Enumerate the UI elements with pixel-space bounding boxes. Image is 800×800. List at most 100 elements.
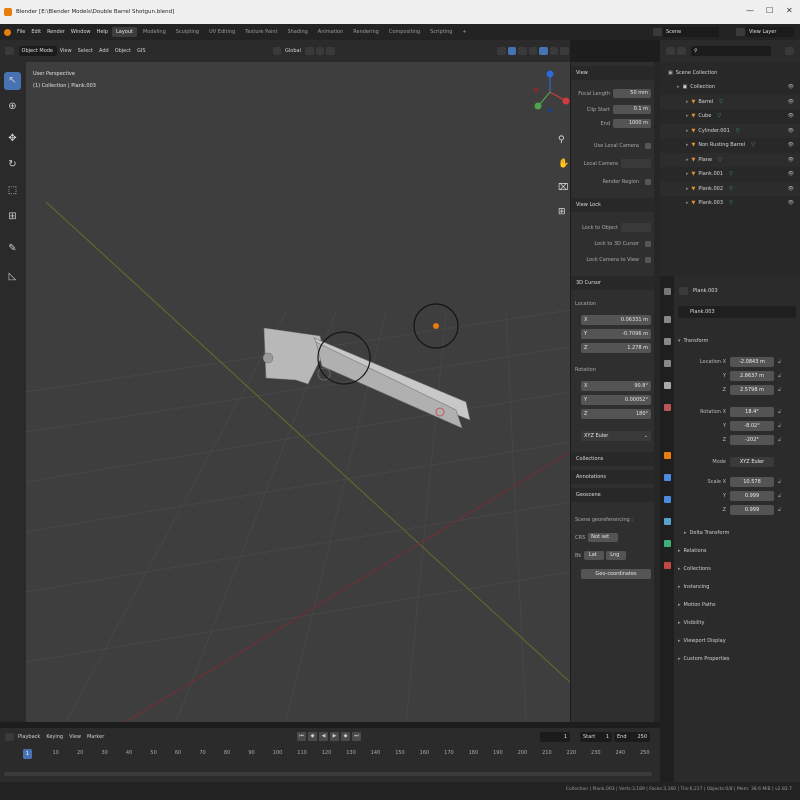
view-layer-selector[interactable]: View Layer bbox=[746, 27, 794, 37]
expand-arrow-icon[interactable]: ▸ bbox=[686, 157, 689, 163]
scale-tool-icon[interactable]: ⬚ bbox=[4, 182, 21, 200]
instancing-section[interactable]: ▸ Instancing bbox=[674, 578, 800, 596]
object-tab-icon[interactable] bbox=[664, 452, 671, 459]
lock-to-cursor-checkbox[interactable]: Lock to 3D Cursor bbox=[575, 238, 651, 249]
tab-modeling[interactable]: Modeling bbox=[139, 27, 170, 37]
expand-arrow-icon[interactable]: ▸ bbox=[677, 84, 680, 90]
select-tool-icon[interactable]: ↖ bbox=[4, 72, 21, 90]
material-tab-icon[interactable] bbox=[664, 562, 671, 569]
crs-row[interactable]: CRS Not set bbox=[575, 532, 651, 543]
constraints-tab-icon[interactable] bbox=[664, 518, 671, 525]
3d-viewport[interactable]: ⚲ ✋ ⌧ ⊞ User Perspective (1) Collection … bbox=[26, 62, 570, 722]
visibility-eye-icon[interactable]: 👁︎ bbox=[788, 186, 794, 192]
menu-help[interactable]: Help bbox=[97, 29, 108, 35]
scene-collection-row[interactable]: ▣ Scene Collection bbox=[660, 66, 800, 80]
menu-window[interactable]: Window bbox=[71, 29, 91, 35]
orientation-selector[interactable]: Global bbox=[285, 48, 301, 54]
menu-edit[interactable]: Edit bbox=[31, 29, 41, 35]
filter-icon[interactable] bbox=[785, 47, 794, 55]
visibility-eye-icon[interactable]: 👁︎ bbox=[788, 171, 794, 177]
geoscene-section-header[interactable]: Geoscene bbox=[571, 488, 655, 502]
tool-tab-icon[interactable] bbox=[664, 288, 671, 295]
view-section-header[interactable]: View bbox=[571, 66, 655, 80]
collections-section[interactable]: ▸ Collections bbox=[674, 560, 800, 578]
view-layer-tab-icon[interactable] bbox=[664, 360, 671, 367]
clip-end-row[interactable]: End 1000 m bbox=[575, 118, 651, 129]
expand-arrow-icon[interactable]: ▸ bbox=[686, 99, 689, 105]
cursor-rotation-z[interactable]: Z 180° bbox=[575, 408, 651, 419]
close-button[interactable]: ✕ bbox=[786, 6, 793, 15]
menu-select[interactable]: Select bbox=[78, 48, 93, 54]
play-reverse-icon[interactable]: ◀ bbox=[319, 732, 328, 741]
location-z-field[interactable]: Z 2.5798 m 🔓︎ bbox=[674, 384, 800, 395]
lock-to-object-field[interactable]: Lock to Object bbox=[575, 222, 651, 233]
view-lock-section-header[interactable]: View Lock bbox=[571, 198, 655, 212]
timeline[interactable]: 1102030405060708090100110120130140150160… bbox=[0, 746, 660, 782]
outliner-item[interactable]: ▸ ▼ Plane ▽ 👁︎ bbox=[660, 152, 800, 167]
tab-shading[interactable]: Shading bbox=[283, 27, 311, 37]
viewport-display-section[interactable]: ▸ Viewport Display bbox=[674, 632, 800, 650]
outliner-item[interactable]: ▸ ▣ Collection 👁︎ bbox=[660, 80, 800, 94]
visibility-eye-icon[interactable]: 👁︎ bbox=[788, 99, 794, 105]
measure-tool-icon[interactable]: ◺ bbox=[4, 268, 21, 286]
cursor-rotation-mode[interactable]: XYZ Euler ⌄ bbox=[575, 430, 651, 441]
outliner-search-input[interactable]: ⚲ bbox=[691, 46, 771, 56]
pin-icon[interactable] bbox=[679, 287, 688, 295]
visibility-eye-icon[interactable]: 👁︎ bbox=[788, 84, 794, 90]
cursor-location-x[interactable]: X 0.06331 m bbox=[575, 314, 651, 325]
mode-selector[interactable]: Object Mode bbox=[18, 46, 57, 56]
cursor-rotation-x[interactable]: X 90.8° bbox=[575, 380, 651, 391]
rotation-x-field[interactable]: Rotation X 18.4° 🔓︎ bbox=[674, 406, 800, 417]
location-y-field[interactable]: Y 2.8637 m 🔓︎ bbox=[674, 370, 800, 381]
3d-cursor-section-header[interactable]: 3D Cursor bbox=[571, 276, 655, 290]
keying-menu[interactable]: Keying bbox=[46, 734, 63, 740]
current-frame-field[interactable]: 1 bbox=[540, 732, 570, 742]
rotation-y-field[interactable]: Y -8.02° 🔓︎ bbox=[674, 420, 800, 431]
timeline-scrollbar[interactable] bbox=[4, 772, 652, 776]
visibility-eye-icon[interactable]: 👁︎ bbox=[788, 113, 794, 119]
scene-tab-icon[interactable] bbox=[664, 382, 671, 389]
use-local-camera-checkbox[interactable]: Use Local Camera bbox=[575, 140, 651, 151]
transform-section-header[interactable]: ▾ Transform bbox=[674, 332, 800, 350]
cursor-tool-icon[interactable]: ⊕ bbox=[4, 98, 21, 116]
snap-icon[interactable] bbox=[315, 47, 325, 55]
timeline-editor-icon[interactable] bbox=[5, 733, 14, 741]
expand-arrow-icon[interactable]: ▸ bbox=[686, 113, 689, 119]
lock-camera-checkbox[interactable]: Lock Camera to View bbox=[575, 254, 651, 265]
rendered-shading-icon[interactable] bbox=[560, 47, 569, 55]
solid-shading-icon[interactable] bbox=[539, 47, 548, 55]
menu-gis[interactable]: GIS bbox=[137, 48, 146, 54]
gizmo-toggle-icon[interactable] bbox=[507, 47, 517, 55]
geo-coordinates-button[interactable]: Geo-coordinates bbox=[575, 568, 651, 579]
tab-scripting[interactable]: Scripting bbox=[426, 27, 456, 37]
visibility-eye-icon[interactable]: 👁︎ bbox=[788, 200, 794, 206]
transform-tool-icon[interactable]: ⊞ bbox=[4, 208, 21, 226]
maximize-button[interactable]: ☐ bbox=[766, 6, 773, 15]
expand-arrow-icon[interactable]: ▸ bbox=[686, 186, 689, 192]
cursor-location-z[interactable]: Z 1.278 m bbox=[575, 342, 651, 353]
outliner-item[interactable]: ▸ ▼ Plank.003 ▽ 👁︎ bbox=[660, 196, 800, 210]
annotations-section-header[interactable]: Annotations bbox=[571, 470, 655, 484]
jump-start-icon[interactable]: ⏮ bbox=[297, 732, 306, 741]
menu-object[interactable]: Object bbox=[115, 48, 131, 54]
outliner-item[interactable]: ▸ ▼ Barrel ▽ 👁︎ bbox=[660, 94, 800, 109]
tab-uv-editing[interactable]: UV Editing bbox=[205, 27, 239, 37]
next-keyframe-icon[interactable]: ◆ bbox=[341, 732, 350, 741]
scene-selector[interactable]: Scene bbox=[663, 27, 719, 37]
tab-compositing[interactable]: Compositing bbox=[385, 27, 424, 37]
cursor-rotation-y[interactable]: Y 0.00052° bbox=[575, 394, 651, 405]
tab-rendering[interactable]: Rendering bbox=[349, 27, 383, 37]
timeline-ruler[interactable]: 1102030405060708090100110120130140150160… bbox=[4, 746, 652, 760]
relations-section[interactable]: ▸ Relations bbox=[674, 542, 800, 560]
cursor-location-y[interactable]: Y -0.7096 m bbox=[575, 328, 651, 339]
expand-arrow-icon[interactable]: ▸ bbox=[686, 171, 689, 177]
outliner-item[interactable]: ▸ ▼ Plank.002 ▽ 👁︎ bbox=[660, 181, 800, 196]
data-tab-icon[interactable] bbox=[664, 540, 671, 547]
tab-layout[interactable]: Layout bbox=[112, 27, 137, 37]
scale-z-field[interactable]: Z 0.999 🔓︎ bbox=[674, 504, 800, 515]
expand-arrow-icon[interactable]: ▸ bbox=[686, 128, 689, 134]
visibility-section[interactable]: ▸ Visibility bbox=[674, 614, 800, 632]
object-name-field[interactable]: Plank.003 bbox=[678, 306, 796, 318]
tab-animation[interactable]: Animation bbox=[314, 27, 348, 37]
minimize-button[interactable]: — bbox=[746, 6, 754, 15]
